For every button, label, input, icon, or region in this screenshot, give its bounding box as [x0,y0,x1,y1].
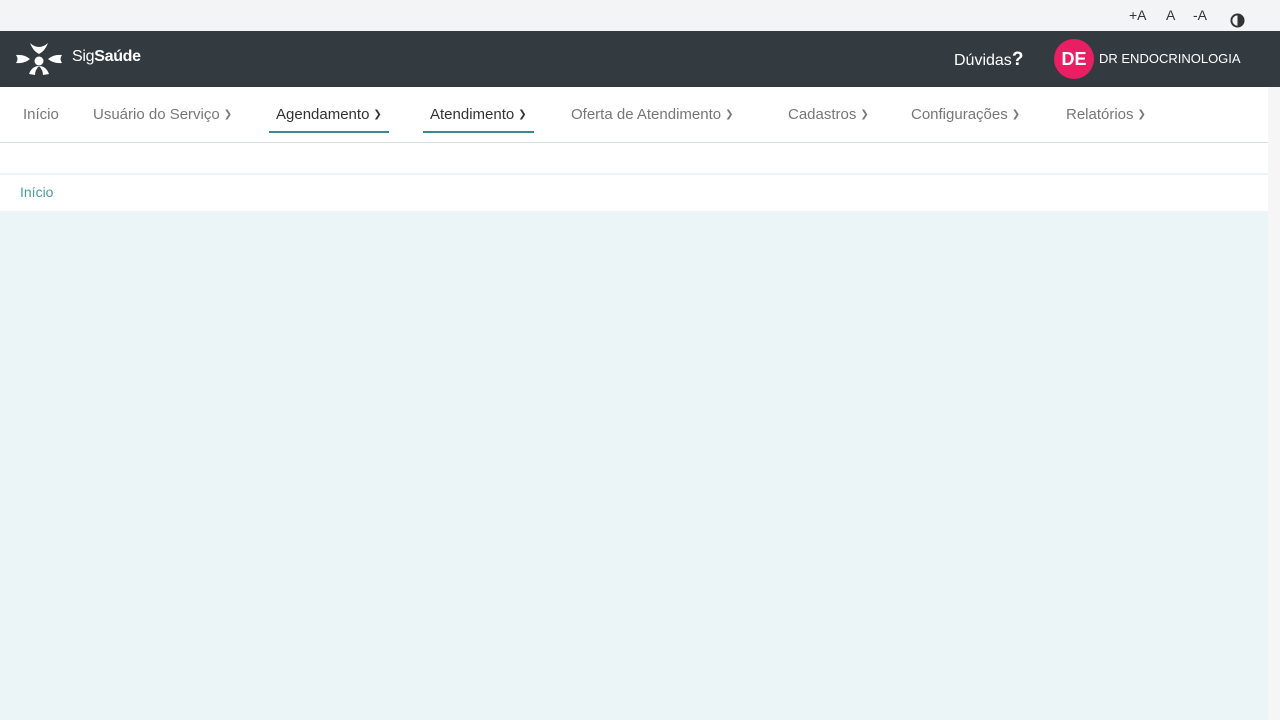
nav-item-oferta-de-atendimento[interactable]: Oferta de Atendimento ❯ [571,87,734,142]
breadcrumb-item-inicio[interactable]: Início [20,184,53,200]
help-label: Dúvidas [954,52,1012,69]
nav-item-label: Agendamento [276,106,370,123]
sub-toolbar [0,143,1268,173]
accessibility-bar: +A A -A [0,0,1280,31]
chevron-down-icon: ❯ [1011,109,1021,120]
chevron-down-icon: ❯ [1137,109,1146,120]
scrollbar[interactable] [1268,87,1280,720]
chevron-down-icon: ❯ [725,109,734,120]
chevron-down-icon: ❯ [223,109,233,120]
nav-item-configuracoes[interactable]: Configurações ❯ [911,87,1020,142]
active-underline [269,131,389,133]
chevron-down-icon: ❯ [518,109,527,120]
main-content [0,211,1268,720]
nav-item-label: Relatórios [1066,106,1134,123]
help-question-icon: ? [1011,49,1024,70]
active-underline [423,131,534,133]
nav-item-label: Configurações [911,106,1008,123]
nav-item-label: Atendimento [430,106,515,123]
avatar[interactable]: DE [1054,39,1094,79]
nav-item-agendamento[interactable]: Agendamento ❯ [269,87,389,142]
chevron-down-icon: ❯ [860,109,869,120]
chevron-down-icon: ❯ [373,109,382,120]
brand-part-sig: Sig [72,48,95,65]
brand-name[interactable]: SigSaúde [72,48,141,66]
nav-item-label: Usuário do Serviço [93,106,220,123]
nav-item-label: Oferta de Atendimento [571,106,722,123]
nav-item-relatorios[interactable]: Relatórios ❯ [1066,87,1146,142]
breadcrumb: Início [0,175,1268,211]
nav-item-label: Cadastros [788,106,857,123]
help-link[interactable]: Dúvidas? [954,49,1023,71]
nav-item-cadastros[interactable]: Cadastros ❯ [788,87,869,142]
contrast-icon[interactable] [1230,8,1245,28]
sigsaude-logo-icon[interactable] [16,43,62,75]
default-font-button[interactable]: A [1166,0,1175,31]
user-name[interactable]: DR ENDOCRINOLOGIA [1099,51,1241,66]
top-header: SigSaúde Dúvidas? DE DR ENDOCRINOLOGIA [0,31,1280,87]
nav-item-atendimento[interactable]: Atendimento ❯ [423,87,534,142]
decrease-font-button[interactable]: -A [1193,0,1207,31]
nav-item-usuario-do-servico[interactable]: Usuário do Serviço ❯ [93,87,232,142]
brand-part-saude: Saúde [94,48,141,65]
nav-item-label: Início [23,106,59,123]
increase-font-button[interactable]: +A [1129,0,1147,31]
main-nav: Início Usuário do Serviço ❯ Agendamento ❯ … [0,87,1268,142]
nav-item-inicio[interactable]: Início [23,87,59,142]
